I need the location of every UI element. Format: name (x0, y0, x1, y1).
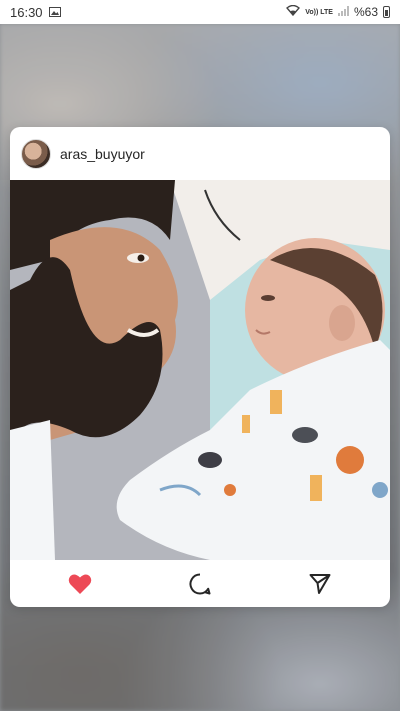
wifi-icon (286, 4, 301, 19)
avatar[interactable] (21, 138, 51, 169)
post-actions (10, 560, 390, 607)
post-username[interactable]: aras_buyuyor (60, 146, 145, 162)
clock: 16:30 (10, 4, 43, 20)
heart-icon[interactable] (65, 569, 95, 599)
battery-icon (383, 6, 390, 18)
post-image[interactable] (10, 180, 390, 560)
post-card: aras_buyuyor (10, 127, 390, 607)
volte-label: Vo)) LTE (305, 8, 333, 16)
battery-percent: %63 (353, 5, 378, 19)
signal-icon (337, 5, 349, 19)
gallery-notification-icon (48, 5, 61, 20)
comment-icon[interactable] (185, 569, 215, 599)
send-icon[interactable] (305, 569, 335, 599)
status-bar: 16:30 Vo)) LTE %63 (0, 0, 400, 24)
post-header: aras_buyuyor (10, 127, 390, 180)
